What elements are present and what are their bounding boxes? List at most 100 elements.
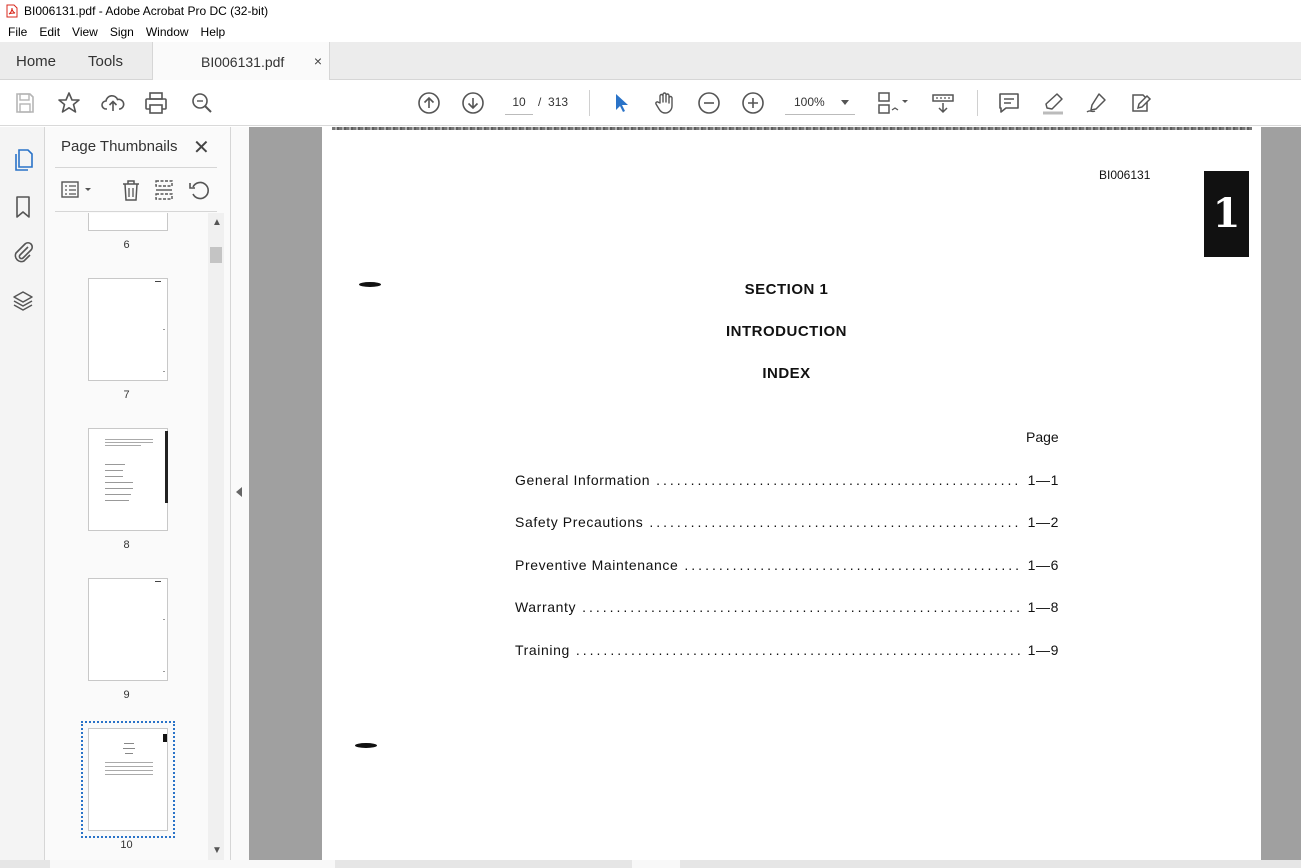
layers-icon[interactable] — [11, 289, 35, 313]
toc-leader: ........................................… — [649, 514, 1022, 530]
thumbnail-text — [163, 329, 165, 330]
collapse-panel-handle[interactable] — [231, 127, 249, 868]
thumbnail-page-7[interactable] — [88, 278, 168, 381]
thumbnail-page-6[interactable] — [88, 213, 168, 231]
scrolling-mode-icon[interactable] — [931, 91, 955, 115]
page-thumbnails-icon[interactable] — [11, 148, 35, 172]
fill-sign-icon[interactable] — [1085, 91, 1109, 115]
tab-document[interactable]: BI006131.pdf × — [152, 42, 330, 80]
navigation-pane — [0, 127, 45, 868]
thumbnail-scrollbar[interactable]: ▲ ▼ — [208, 213, 224, 860]
thumbnail-label: 9 — [123, 689, 130, 701]
toc-page: 1—2 — [1027, 514, 1059, 530]
thumbnail-text — [105, 500, 129, 501]
introduction-heading: INTRODUCTION — [726, 323, 847, 340]
fit-page-icon[interactable] — [876, 91, 910, 115]
current-page-input[interactable]: 10 — [505, 91, 533, 115]
next-page-icon[interactable] — [461, 91, 485, 115]
thumbnail-options-icon[interactable] — [60, 178, 96, 202]
upload-cloud-icon[interactable] — [101, 91, 125, 115]
panel-divider — [55, 167, 217, 168]
thumbnail-label: 7 — [123, 389, 130, 401]
toc-entry: General Information ....................… — [515, 472, 1059, 488]
title-bar: BI006131.pdf - Adobe Acrobat Pro DC (32-… — [0, 0, 1301, 22]
delete-trash-icon[interactable] — [119, 178, 143, 202]
previous-page-icon[interactable] — [417, 91, 441, 115]
thumbnail-page-9[interactable] — [88, 578, 168, 681]
toc-entry: Safety Precautions .....................… — [515, 514, 1059, 530]
toc-page: 1—9 — [1027, 642, 1059, 658]
close-tab-icon[interactable]: × — [314, 53, 322, 69]
toolbar: 10 / 313 100% — [0, 80, 1301, 126]
toc-leader: ........................................… — [684, 557, 1022, 573]
insert-page-icon[interactable] — [152, 178, 176, 202]
thumbnail-text — [163, 371, 165, 372]
zoom-out-icon[interactable] — [697, 91, 721, 115]
toc-label: Preventive Maintenance — [515, 557, 679, 573]
zoom-level-dropdown[interactable]: 100% — [785, 91, 855, 115]
chevron-up-icon[interactable]: ▲ — [212, 217, 222, 228]
toc-leader: ........................................… — [656, 472, 1022, 488]
highlight-pen-icon[interactable] — [1041, 91, 1065, 115]
thumbnail-text — [105, 488, 133, 489]
thumbnail-text — [105, 442, 153, 443]
comment-icon[interactable] — [997, 91, 1021, 115]
toc-entry: Preventive Maintenance .................… — [515, 557, 1059, 573]
toc-label: Safety Precautions — [515, 514, 644, 530]
acrobat-pdf-icon — [6, 4, 18, 18]
panel-divider — [55, 211, 217, 212]
thumbnail-page-10[interactable] — [81, 721, 175, 838]
menu-sign[interactable]: Sign — [104, 25, 140, 39]
select-cursor-icon[interactable] — [609, 91, 633, 115]
panel-title: Page Thumbnails — [61, 138, 178, 155]
thumbnail-page-8[interactable] — [88, 428, 168, 531]
thumbnail-text — [125, 753, 133, 754]
taskbar-item — [632, 860, 680, 868]
menu-window[interactable]: Window — [140, 25, 195, 39]
menu-file[interactable]: File — [2, 25, 33, 39]
thumbnail-label: 6 — [123, 239, 130, 251]
document-scrollbar[interactable] — [1290, 127, 1301, 860]
section-heading: SECTION 1 — [744, 281, 829, 298]
print-icon[interactable] — [144, 91, 168, 115]
edit-document-icon[interactable] — [1129, 91, 1153, 115]
thumbnail-text — [155, 581, 161, 582]
menu-help[interactable]: Help — [195, 25, 232, 39]
thumbnail-tab-strip — [165, 431, 168, 503]
toc-leader: ........................................… — [575, 642, 1022, 658]
bookmark-icon[interactable] — [11, 195, 35, 219]
tab-bar: Home Tools BI006131.pdf × — [0, 42, 1301, 80]
thumbnail-text — [105, 766, 153, 767]
thumbnail-text — [155, 281, 161, 282]
tab-home[interactable]: Home — [16, 53, 56, 70]
tab-tools[interactable]: Tools — [88, 53, 123, 70]
menu-edit[interactable]: Edit — [33, 25, 66, 39]
zoom-level-value: 100% — [794, 95, 825, 109]
thumbnail-text — [163, 671, 165, 672]
close-panel-icon[interactable]: ✕ — [193, 135, 210, 160]
thumbnail-text — [105, 439, 153, 440]
thumbnail-text — [105, 774, 153, 775]
thumbnail-list: 6 7 8 9 10 — [45, 213, 208, 860]
scrollbar-thumb[interactable] — [210, 247, 222, 263]
find-zoom-icon[interactable] — [190, 91, 214, 115]
thumbnail-text — [105, 464, 125, 465]
thumbnail-text — [105, 762, 153, 763]
zoom-in-icon[interactable] — [741, 91, 765, 115]
document-view[interactable]: BI006131 1 SECTION 1 INTRODUCTION INDEX … — [249, 127, 1301, 860]
toc-label: General Information — [515, 472, 651, 488]
thumbnail-text — [105, 482, 133, 483]
hand-pan-icon[interactable] — [653, 91, 677, 115]
star-bookmark-icon[interactable] — [57, 91, 81, 115]
menu-view[interactable]: View — [66, 25, 104, 39]
scan-edge — [332, 127, 1252, 130]
toc-entry: Training ...............................… — [515, 642, 1059, 658]
toc-page: 1—6 — [1027, 557, 1059, 573]
thumbnail-text — [105, 445, 141, 446]
chevron-down-icon[interactable]: ▼ — [212, 845, 222, 856]
thumbnail-text — [124, 743, 134, 744]
rotate-page-icon[interactable] — [187, 178, 211, 202]
save-icon[interactable] — [13, 91, 37, 115]
attachment-paperclip-icon[interactable] — [11, 240, 35, 264]
thumbnail-text — [163, 619, 165, 620]
